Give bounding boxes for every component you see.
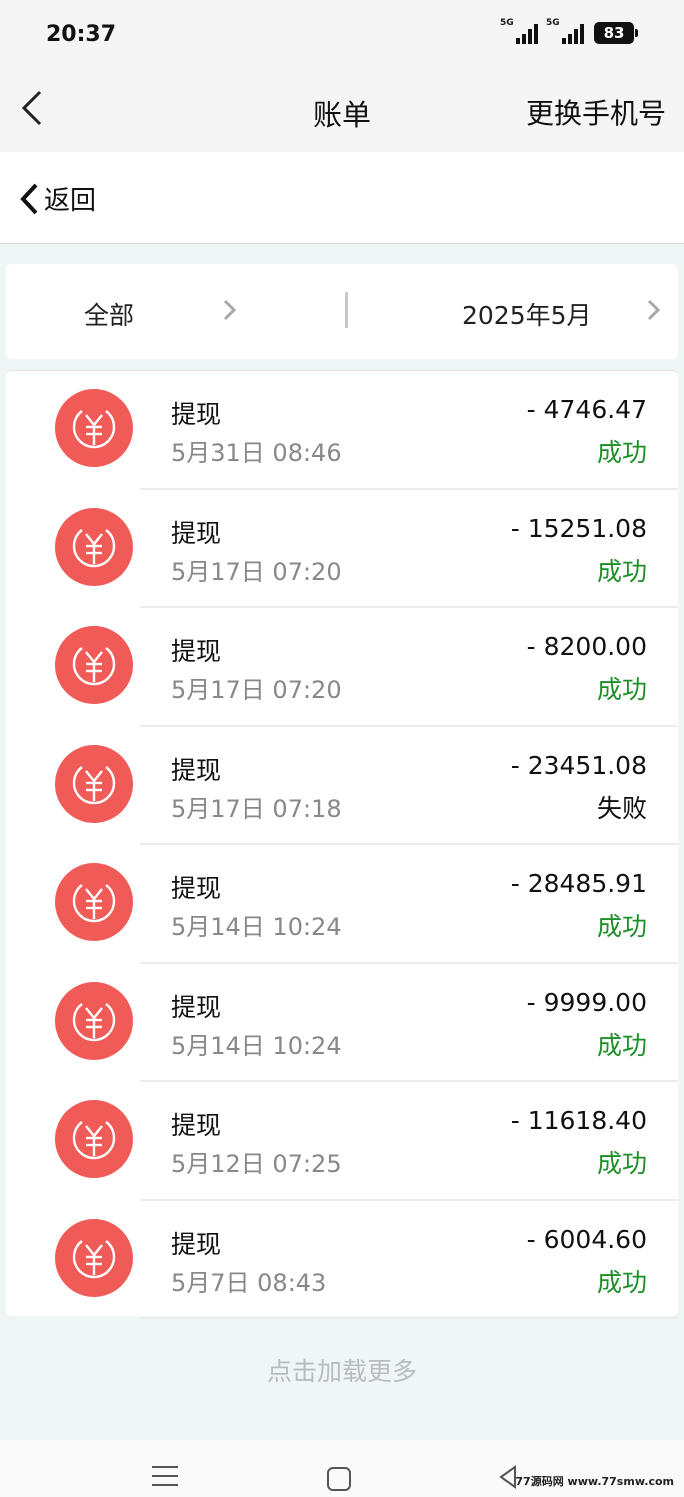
transaction-date: 5月7日 08:43 (171, 1268, 327, 1297)
transaction-amount: - 28485.91 (510, 869, 647, 898)
transaction-amount: - 9999.00 (526, 987, 647, 1017)
category-filter[interactable]: 全部 (84, 296, 134, 332)
watermark: 77源码网 www.77smw.com (515, 1475, 674, 1488)
transaction-status: 成功 (596, 1030, 647, 1060)
home-icon[interactable] (327, 1467, 351, 1491)
load-more-button[interactable]: 点击加载更多 (0, 1352, 684, 1388)
return-label: 返回 (44, 186, 97, 216)
yuan-coin-icon (55, 389, 133, 467)
transaction-row[interactable]: 提现 5月17日 07:20 - 8200.00 成功 (6, 608, 678, 727)
transaction-title: 提现 (171, 1111, 222, 1140)
transaction-title: 提现 (171, 400, 222, 429)
transaction-title: 提现 (171, 1229, 222, 1259)
transaction-title: 提现 (171, 874, 222, 903)
transaction-status: 成功 (596, 556, 647, 586)
nav-bar: 账单 更换手机号 (0, 70, 684, 152)
row-divider (140, 1317, 678, 1319)
yuan-coin-icon (55, 863, 133, 941)
transaction-title: 提现 (171, 518, 222, 548)
yuan-coin-icon (55, 1100, 133, 1178)
transaction-amount: - 6004.60 (526, 1224, 647, 1254)
transaction-row[interactable]: 提现 5月17日 07:20 - 15251.08 成功 (6, 490, 678, 608)
month-filter[interactable]: 2025年5月 (462, 296, 592, 332)
transaction-row[interactable]: 提现 5月12日 07:25 - 11618.40 成功 (6, 1082, 678, 1201)
transaction-date: 5月14日 10:24 (171, 913, 342, 941)
yuan-coin-icon (55, 981, 133, 1060)
transaction-date: 5月17日 07:18 (171, 794, 342, 823)
transaction-row[interactable]: 提现 5月14日 10:24 - 28485.91 成功 (6, 845, 678, 964)
transaction-list: 提现 5月31日 08:46- 4746.47 成功 提现 5月17日 07:20- 1… (6, 370, 678, 1319)
transaction-amount: - 11618.40 (510, 1106, 647, 1135)
transaction-status: 成功 (596, 912, 647, 941)
change-phone-button[interactable]: 更换手机号 (526, 92, 666, 132)
network-type-label: 5G (546, 18, 560, 28)
subheader: 返回 (0, 152, 684, 244)
chevron-right-icon[interactable] (222, 298, 238, 322)
transaction-status: 成功 (596, 438, 647, 467)
transaction-status: 成功 (596, 675, 647, 704)
transaction-amount: - 4746.47 (526, 395, 647, 424)
transaction-amount: - 23451.08 (510, 750, 647, 780)
transaction-amount: - 15251.08 (510, 513, 647, 543)
yuan-coin-icon (55, 507, 133, 586)
transaction-row[interactable]: 提现 5月7日 08:43 - 6004.60 成功 (6, 1201, 678, 1319)
transaction-status: 成功 (596, 1149, 647, 1178)
menu-icon[interactable] (152, 1466, 178, 1493)
transaction-title: 提现 (171, 637, 222, 666)
return-button[interactable]: 返回 (18, 180, 96, 217)
signal-icon: 5G (500, 18, 538, 44)
transaction-row[interactable]: 提现 5月17日 07:18 - 23451.08 失败 (6, 727, 678, 845)
transaction-title: 提现 (171, 992, 222, 1022)
yuan-coin-icon (55, 744, 133, 823)
filter-bar: 全部 2025年5月 (6, 264, 678, 359)
transaction-status: 失败 (596, 793, 647, 823)
transaction-date: 5月17日 07:20 (171, 557, 342, 586)
transaction-date: 5月31日 08:46 (171, 439, 342, 467)
battery-icon: 83 (594, 22, 638, 44)
network-type-label: 5G (500, 18, 514, 28)
chevron-left-icon (20, 183, 38, 214)
transaction-date: 5月17日 07:20 (171, 676, 342, 704)
status-time: 20:37 (46, 22, 117, 47)
status-bar: 20:37 5G 5G 83 (0, 0, 684, 70)
status-icons: 5G 5G 83 (500, 18, 638, 44)
transaction-status: 成功 (596, 1267, 647, 1297)
transaction-amount: - 8200.00 (526, 632, 647, 661)
chevron-right-icon[interactable] (646, 298, 662, 322)
signal-icon: 5G (546, 18, 584, 44)
filter-divider (345, 292, 348, 328)
transaction-title: 提现 (171, 755, 222, 785)
transaction-row[interactable]: 提现 5月31日 08:46 - 4746.47 成功 (6, 371, 678, 490)
transaction-date: 5月12日 07:25 (171, 1150, 342, 1178)
transaction-date: 5月14日 10:24 (171, 1031, 342, 1060)
yuan-coin-icon (55, 1218, 133, 1297)
transaction-row[interactable]: 提现 5月14日 10:24 - 9999.00 成功 (6, 964, 678, 1082)
yuan-coin-icon (55, 626, 133, 704)
